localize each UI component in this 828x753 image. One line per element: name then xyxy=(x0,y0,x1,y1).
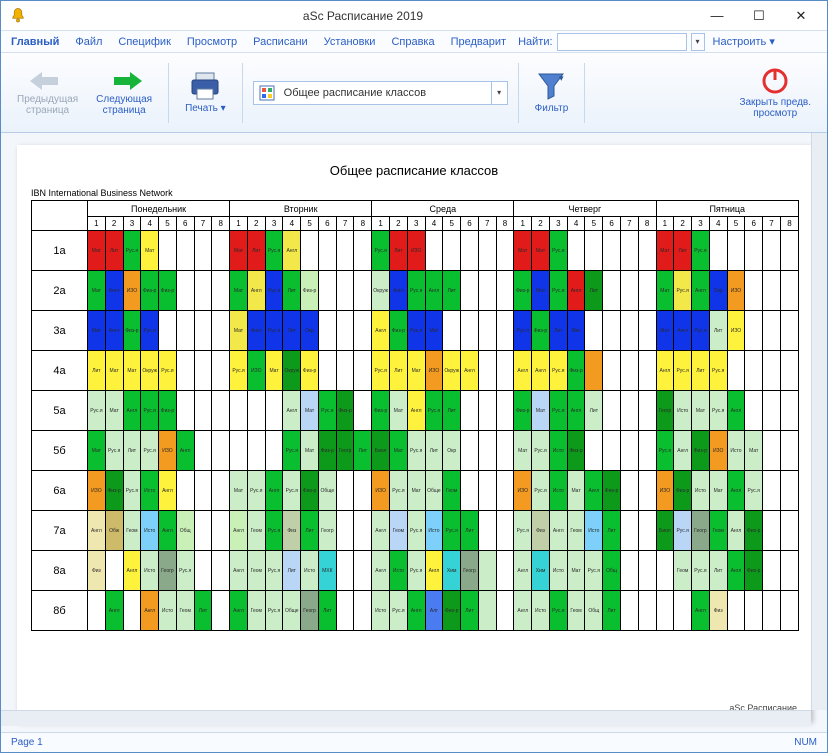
tab-schedule[interactable]: Расписани xyxy=(245,31,316,53)
arrow-left-icon xyxy=(28,70,68,92)
scrollbar-vertical[interactable] xyxy=(811,133,827,710)
printer-icon xyxy=(188,71,222,101)
svg-text:▾: ▾ xyxy=(559,73,564,83)
chevron-down-icon[interactable]: ▾ xyxy=(491,82,507,104)
tab-specific[interactable]: Специфик xyxy=(110,31,178,53)
window-title: aSc Расписание 2019 xyxy=(33,9,693,23)
scrollbar-horizontal[interactable] xyxy=(1,710,811,726)
tab-main[interactable]: Главный xyxy=(3,31,67,53)
titlebar: aSc Расписание 2019 — ☐ ✕ xyxy=(1,1,827,31)
tab-preview[interactable]: Предварит xyxy=(443,31,514,53)
preview-area: Общее расписание классов IBN Internation… xyxy=(1,133,827,732)
funnel-icon: ▾ xyxy=(537,71,565,101)
menubar: Главный Файл Специфик Просмотр Расписани… xyxy=(1,31,827,53)
timetable: ПонедельникВторникСредаЧетвергПятница123… xyxy=(31,200,799,631)
search-label: Найти: xyxy=(518,36,552,48)
app-icon xyxy=(9,7,27,25)
tab-settings[interactable]: Установки xyxy=(316,31,384,53)
filter-button[interactable]: ▾ Фильтр xyxy=(529,58,575,128)
status-num: NUM xyxy=(794,737,817,748)
schedule-type-combo[interactable]: Общее расписание классов ▾ xyxy=(253,81,508,105)
tab-view[interactable]: Просмотр xyxy=(179,31,245,53)
maximize-button[interactable]: ☐ xyxy=(741,5,777,27)
arrow-right-icon xyxy=(104,70,144,92)
customize-button[interactable]: Настроить ▾ xyxy=(705,35,783,48)
search-dropdown-icon[interactable]: ▾ xyxy=(691,33,705,51)
status-page: Page 1 xyxy=(11,737,43,748)
power-icon xyxy=(761,67,789,95)
separator xyxy=(518,63,519,123)
statusbar: Page 1 NUM xyxy=(1,732,827,752)
separator xyxy=(242,63,243,123)
minimize-button[interactable]: — xyxy=(699,5,735,27)
ribbon: Предыдущая страница Следующая страница П… xyxy=(1,53,827,133)
preview-sheet: Общее расписание классов IBN Internation… xyxy=(17,145,811,721)
org-name: IBN International Business Network xyxy=(31,188,797,198)
search-box: Найти: ▾ xyxy=(518,33,704,51)
close-button[interactable]: ✕ xyxy=(783,5,819,27)
print-button[interactable]: Печать ▾ xyxy=(179,58,232,128)
schedule-combo-icon xyxy=(257,83,277,103)
next-page-button[interactable]: Следующая страница xyxy=(90,58,158,128)
schedule-combo-text: Общее расписание классов xyxy=(280,87,491,99)
tab-file[interactable]: Файл xyxy=(67,31,110,53)
tab-help[interactable]: Справка xyxy=(383,31,442,53)
sheet-title: Общее расписание классов xyxy=(31,163,797,178)
search-input[interactable] xyxy=(557,33,687,51)
close-preview-button[interactable]: Закрыть предв. просмотр xyxy=(733,58,817,128)
prev-page-button[interactable]: Предыдущая страница xyxy=(11,58,84,128)
separator xyxy=(168,63,169,123)
separator xyxy=(584,63,585,123)
